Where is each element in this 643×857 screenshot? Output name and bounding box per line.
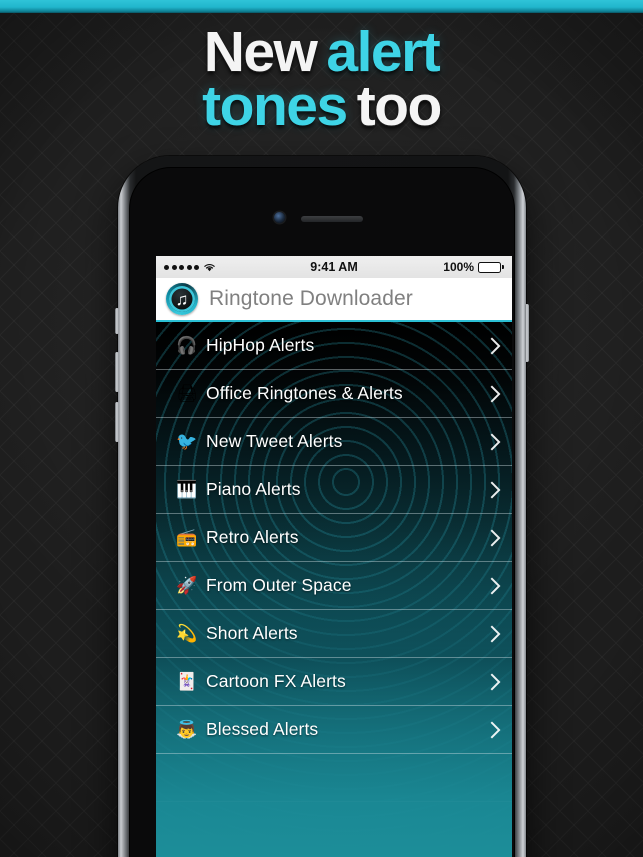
list-item[interactable]: 🚀 From Outer Space: [156, 562, 512, 610]
chevron-right-icon: [483, 721, 501, 738]
joker-card-icon: 🃏: [176, 671, 198, 691]
list-item[interactable]: 📻 Retro Alerts: [156, 514, 512, 562]
volume-up-button[interactable]: [115, 352, 119, 392]
list-item[interactable]: 👼 Blessed Alerts: [156, 706, 512, 754]
app-header: ♫ Ringtone Downloader: [156, 278, 512, 322]
list-item-label: Blessed Alerts: [206, 719, 319, 739]
list-item[interactable]: 🐦 New Tweet Alerts: [156, 418, 512, 466]
phone-screen: 9:41 AM 100% ♫ Ringtone Downloader 🎧 Hip…: [156, 256, 512, 857]
radio-icon: 📻: [176, 527, 198, 547]
printer-icon: 🖨: [176, 383, 198, 403]
bird-icon: 🐦: [176, 431, 198, 451]
status-bar-time: 9:41 AM: [310, 260, 358, 274]
status-bar: 9:41 AM 100%: [156, 256, 512, 278]
category-list-container: 🎧 HipHop Alerts 🖨 Office Ringtones & Alerts…: [156, 322, 512, 857]
power-button[interactable]: [525, 304, 529, 362]
phone-bezel: 9:41 AM 100% ♫ Ringtone Downloader 🎧 Hip…: [129, 167, 515, 857]
list-item-label: From Outer Space: [206, 575, 352, 595]
headline-word-too: too: [356, 73, 443, 138]
angel-icon: 👼: [176, 719, 198, 739]
volume-down-button[interactable]: [115, 402, 119, 442]
headphone-icon: 🎧: [176, 335, 198, 355]
list-item[interactable]: 🎹 Piano Alerts: [156, 466, 512, 514]
list-item-label: HipHop Alerts: [206, 335, 315, 355]
list-item[interactable]: 💫 Short Alerts: [156, 610, 512, 658]
chevron-right-icon: [483, 385, 501, 402]
music-note-glyph: ♫: [175, 289, 189, 309]
list-item-label: Piano Alerts: [206, 479, 301, 499]
list-item-label: New Tweet Alerts: [206, 431, 343, 451]
shooting-star-icon: 💫: [176, 623, 198, 643]
iphone-device-frame: 9:41 AM 100% ♫ Ringtone Downloader 🎧 Hip…: [115, 156, 529, 857]
top-accent-bar: [0, 0, 643, 13]
headline-line-2: tones too: [0, 77, 643, 134]
chevron-right-icon: [483, 337, 501, 354]
ringtone-app-icon: ♫: [166, 283, 198, 315]
rocket-icon: 🚀: [176, 575, 198, 595]
list-item-label: Retro Alerts: [206, 527, 299, 547]
headline-word-tones: tones: [202, 73, 348, 138]
chevron-right-icon: [483, 625, 501, 642]
list-item-label: Office Ringtones & Alerts: [206, 383, 403, 403]
chevron-right-icon: [483, 577, 501, 594]
list-item[interactable]: 🃏 Cartoon FX Alerts: [156, 658, 512, 706]
list-item[interactable]: 🎧 HipHop Alerts: [156, 322, 512, 370]
piano-icon: 🎹: [176, 479, 198, 499]
silent-switch-button[interactable]: [115, 308, 119, 334]
chevron-right-icon: [483, 481, 501, 498]
promo-headline: New alert tones too: [0, 24, 643, 135]
chevron-right-icon: [483, 529, 501, 546]
list-empty-tail: [156, 754, 512, 802]
list-item[interactable]: 🖨 Office Ringtones & Alerts: [156, 370, 512, 418]
chevron-right-icon: [483, 433, 501, 450]
page-title: Ringtone Downloader: [209, 287, 413, 310]
category-list: 🎧 HipHop Alerts 🖨 Office Ringtones & Alerts…: [156, 322, 512, 754]
list-item-label: Cartoon FX Alerts: [206, 671, 346, 691]
list-item-label: Short Alerts: [206, 623, 298, 643]
earpiece-speaker-icon: [301, 216, 363, 222]
chevron-right-icon: [483, 673, 501, 690]
front-camera-icon: [274, 212, 285, 223]
headline-line-1: New alert: [0, 24, 643, 81]
promo-screenshot: New alert tones too 9:41 AM 100% ♫ Ringt…: [0, 0, 643, 857]
